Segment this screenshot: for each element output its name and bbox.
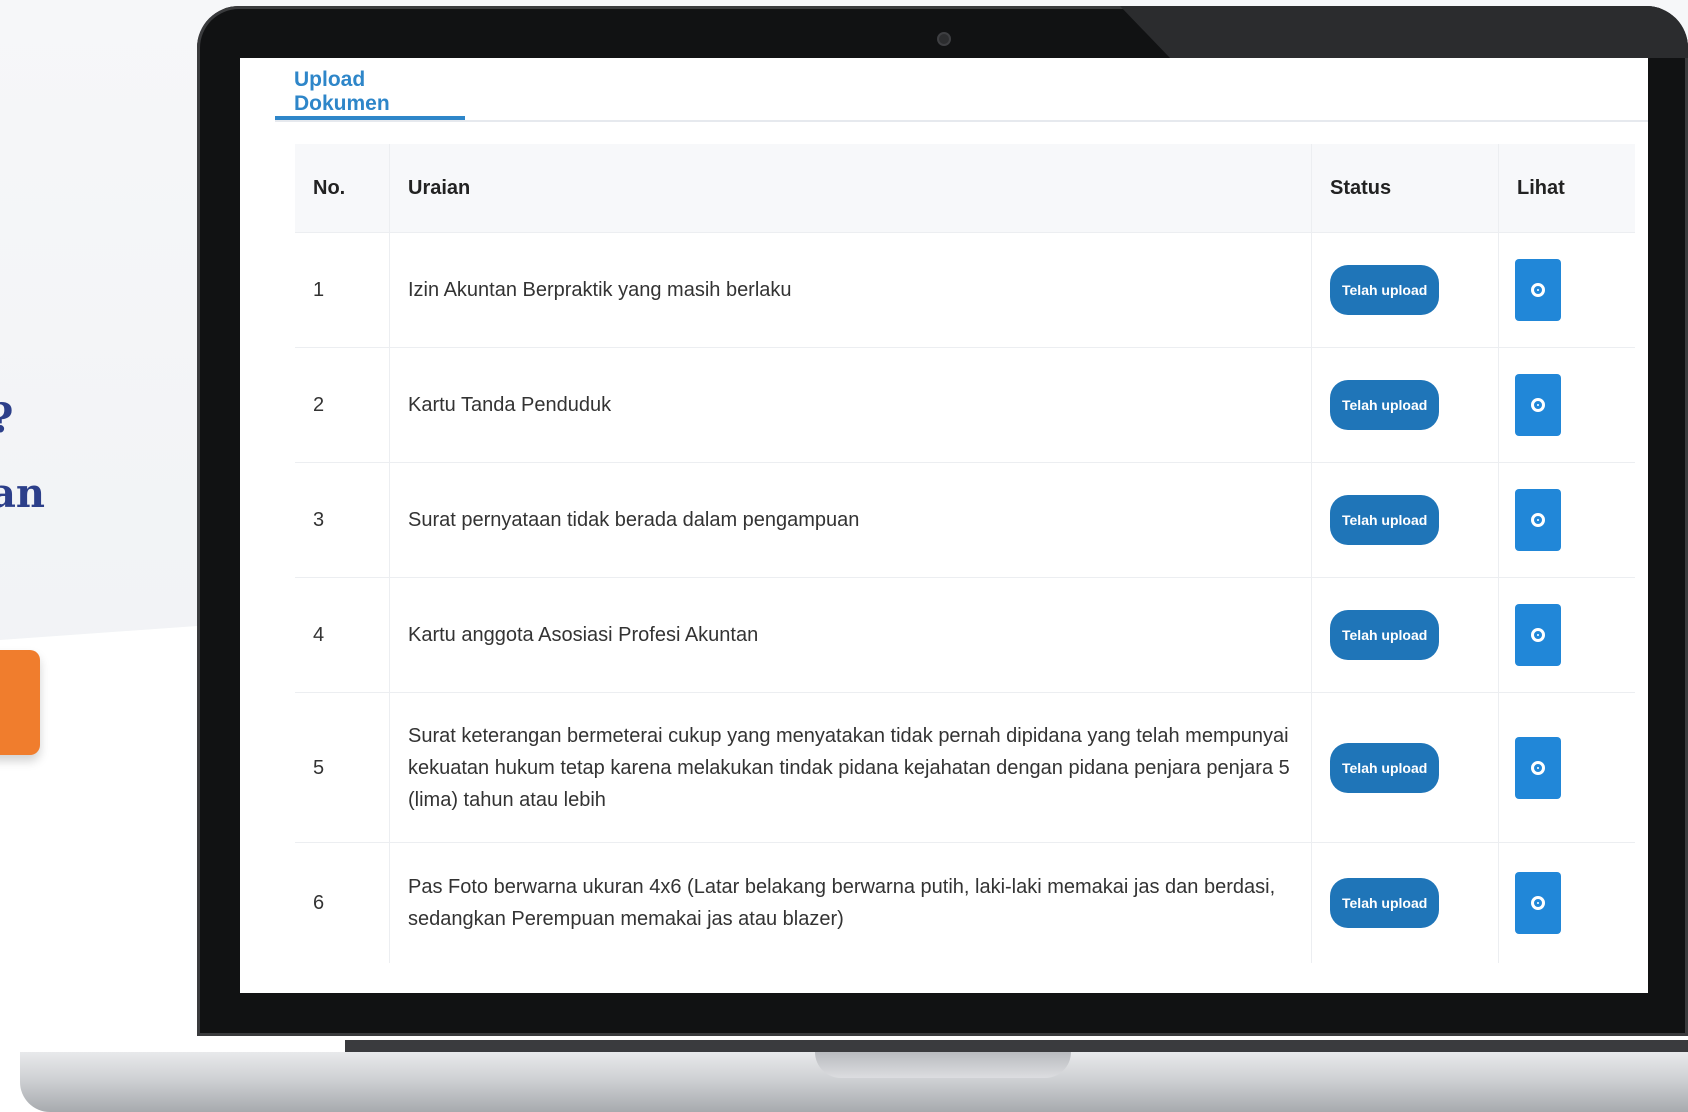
eye-icon [1531,283,1545,297]
lihat-cell [1498,347,1635,463]
row-no: 5 [295,692,390,843]
lihat-cell [1498,577,1635,693]
table-row: 1 Izin Akuntan Berpraktik yang masih ber… [295,232,1635,348]
eye-icon [1531,398,1545,412]
lihat-cell [1498,462,1635,578]
orange-button[interactable] [0,650,40,755]
view-button[interactable] [1515,871,1561,934]
status-cell: Telah upload [1311,842,1499,963]
document-table: No. Uraian Status Lihat 1 Izin Akuntan B… [295,144,1635,963]
row-uraian: Surat pernyataan tidak berada dalam peng… [389,462,1312,578]
status-cell: Telah upload [1311,347,1499,463]
view-button[interactable] [1515,604,1561,666]
row-no: 4 [295,577,390,693]
laptop-screen: Upload Dokumen No. Uraian Status Lihat 1… [240,58,1648,993]
table-header-row: No. Uraian Status Lihat [295,144,1635,233]
view-button[interactable] [1515,489,1561,551]
eye-icon [1531,760,1545,775]
status-badge: Telah upload [1330,265,1440,315]
tab-upload-dokumen[interactable]: Upload Dokumen [275,58,465,120]
header-no: No. [295,144,390,233]
status-cell: Telah upload [1311,692,1499,843]
row-uraian: Izin Akuntan Berpraktik yang masih berla… [389,232,1312,348]
status-badge: Telah upload [1330,877,1440,928]
table-row: 2 Kartu Tanda Penduduk Telah upload [295,347,1635,463]
status-cell: Telah upload [1311,577,1499,693]
side-text-line1: ? [0,395,13,443]
lihat-cell [1498,692,1635,843]
status-cell: Telah upload [1311,462,1499,578]
header-status: Status [1311,144,1499,233]
lihat-cell [1498,842,1635,963]
row-uraian: Kartu anggota Asosiasi Profesi Akuntan [389,577,1312,693]
status-badge: Telah upload [1330,380,1440,430]
row-uraian: Surat keterangan bermeterai cukup yang m… [389,692,1312,843]
view-button[interactable] [1515,259,1561,321]
eye-icon [1531,628,1545,642]
header-lihat: Lihat [1498,144,1635,233]
status-badge: Telah upload [1330,495,1440,545]
table-row: 4 Kartu anggota Asosiasi Profesi Akuntan… [295,577,1635,693]
bezel-glare [1120,6,1688,58]
status-cell: Telah upload [1311,232,1499,348]
row-no: 1 [295,232,390,348]
laptop-notch [815,1052,1071,1078]
table-row: 3 Surat pernyataan tidak berada dalam pe… [295,462,1635,578]
table-row: 5 Surat keterangan bermeterai cukup yang… [295,692,1635,843]
eye-icon [1531,513,1545,527]
row-uraian: Pas Foto berwarna ukuran 4x6 (Latar bela… [389,842,1312,963]
camera-icon [937,32,951,46]
eye-icon [1531,895,1545,910]
status-badge: Telah upload [1330,610,1440,660]
table-row: 6 Pas Foto berwarna ukuran 4x6 (Latar be… [295,842,1635,963]
status-badge: Telah upload [1330,742,1440,793]
header-uraian: Uraian [389,144,1312,233]
view-button[interactable] [1515,374,1561,436]
row-uraian: Kartu Tanda Penduduk [389,347,1312,463]
row-no: 3 [295,462,390,578]
row-no: 6 [295,842,390,963]
side-text-line2: an [0,470,45,517]
view-button[interactable] [1515,736,1561,799]
lihat-cell [1498,232,1635,348]
tab-bar: Upload Dokumen [275,58,1648,122]
row-no: 2 [295,347,390,463]
